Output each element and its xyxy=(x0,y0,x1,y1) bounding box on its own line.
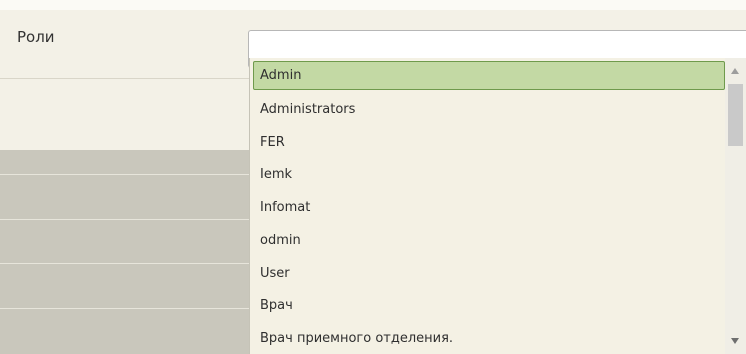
table-row xyxy=(0,175,250,219)
role-option-admin[interactable]: Admin xyxy=(253,61,725,90)
scroll-down-arrow-icon[interactable] xyxy=(731,338,739,344)
scroll-thumb[interactable] xyxy=(728,84,743,146)
role-option-doctor[interactable]: Врач xyxy=(253,291,725,320)
background-table-rows xyxy=(0,150,250,354)
role-option-iemk[interactable]: Iemk xyxy=(253,160,725,189)
dropdown-scrollbar[interactable] xyxy=(725,58,746,354)
role-option-administrators[interactable]: Administrators xyxy=(253,95,725,124)
table-row xyxy=(0,150,250,174)
role-option-odmin[interactable]: odmin xyxy=(253,226,725,255)
role-option-infomat[interactable]: Infomat xyxy=(253,193,725,222)
table-row xyxy=(0,220,250,263)
scroll-up-arrow-icon[interactable] xyxy=(731,68,739,74)
role-option-fer[interactable]: FER xyxy=(253,128,725,157)
table-row xyxy=(0,264,250,308)
roles-dropdown-list: Admin Administrators FER Iemk Infomat od… xyxy=(249,58,746,354)
role-option-user[interactable]: User xyxy=(253,259,725,288)
roles-label: Роли xyxy=(17,28,55,46)
table-row xyxy=(0,309,250,354)
role-option-reception-doctor[interactable]: Врач приемного отделения. xyxy=(253,324,725,353)
